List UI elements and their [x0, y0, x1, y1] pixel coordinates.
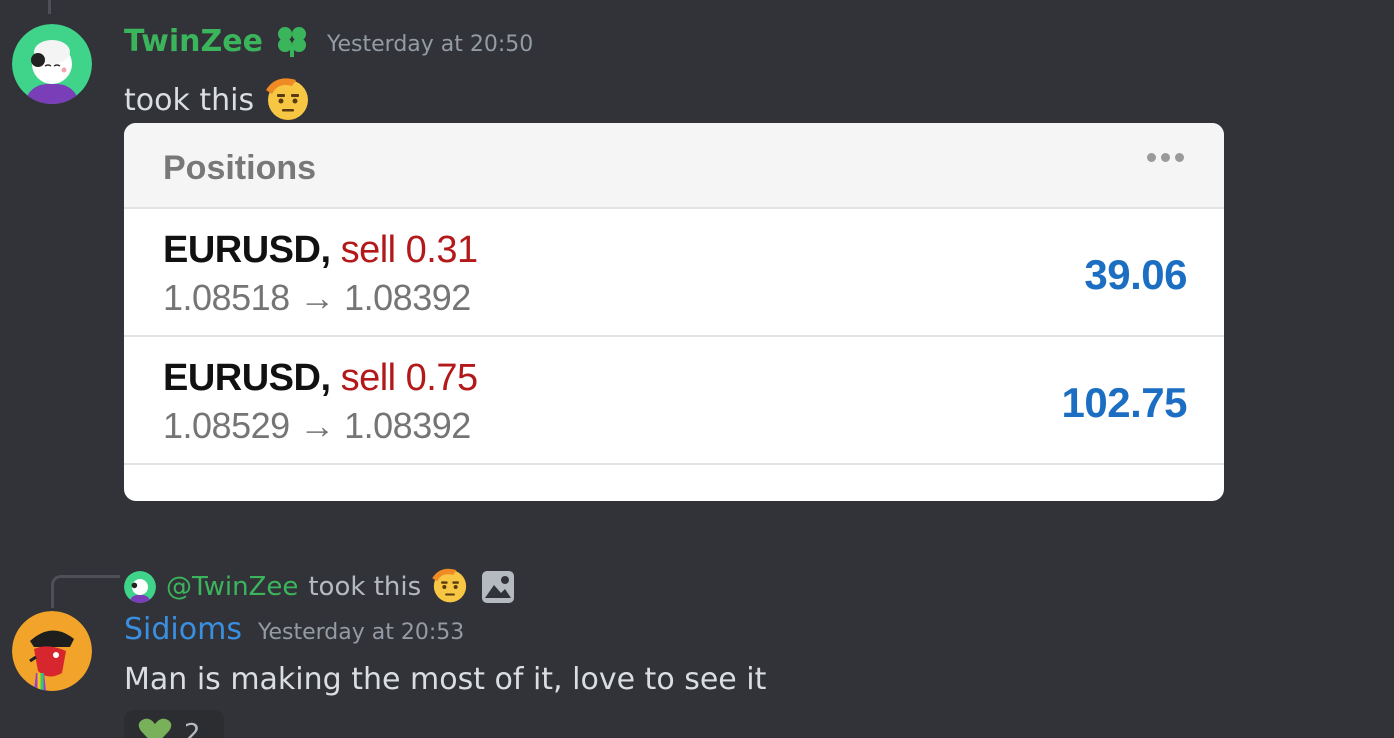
twinzee-avatar-image	[12, 24, 92, 104]
position-symbol: EURUSD,	[163, 357, 331, 399]
position-title: EURUSD, sell 0.75	[163, 357, 478, 400]
reply-text: took this	[308, 571, 422, 602]
image-icon	[481, 570, 515, 604]
position-title: EURUSD, sell 0.31	[163, 229, 478, 272]
saluting-face-emoji[interactable]	[262, 70, 314, 130]
avatar[interactable]	[12, 24, 92, 104]
position-profit: 102.75	[1061, 379, 1188, 426]
position-side: sell 0.75	[340, 357, 479, 399]
message-header: Sidioms Yesterday at 20:53	[124, 612, 464, 647]
positions-header: Positions	[124, 123, 1224, 209]
author-name[interactable]: Sidioms	[124, 612, 242, 647]
message-header: TwinZee Yesterday at 20:50	[124, 24, 533, 62]
message-content: Man is making the most of it, love to se…	[124, 662, 766, 697]
message-text: took this	[124, 82, 255, 118]
position-side: sell 0.31	[340, 229, 479, 271]
positions-title: Positions	[163, 149, 317, 187]
position-row: EURUSD, sell 0.75 1.08529 → 1.08392 102.…	[124, 337, 1224, 465]
position-prices: 1.08518 → 1.08392	[163, 277, 471, 318]
message-text: Man is making the most of it, love to se…	[124, 662, 767, 697]
positions-screenshot-attachment[interactable]: Positions EURUSD, sell 0.31 1.08518 → 1.…	[124, 123, 1224, 501]
reply-preview[interactable]: @TwinZee took this	[124, 562, 515, 611]
avatar[interactable]	[12, 611, 92, 691]
position-row: EURUSD, sell 0.31 1.08518 → 1.08392 39.0…	[124, 209, 1224, 337]
more-horizontal-icon	[1147, 153, 1184, 162]
reply-spine	[51, 575, 120, 608]
author-name[interactable]: TwinZee	[124, 24, 263, 59]
reply-author-mention[interactable]: @TwinZee	[166, 572, 298, 602]
reply-avatar	[124, 570, 156, 603]
chat-message-list: TwinZee Yesterday at 20:50 took this Pos…	[0, 0, 1394, 738]
green-heart-emoji	[138, 717, 172, 738]
clover-badge-icon[interactable]	[273, 24, 311, 62]
reaction-button[interactable]: 2	[124, 710, 224, 738]
position-profit: 39.06	[1084, 251, 1187, 298]
position-prices: 1.08529 → 1.08392	[163, 405, 471, 446]
reaction-count: 2	[184, 719, 201, 738]
sidioms-avatar-image	[12, 611, 92, 691]
saluting-face-emoji	[429, 562, 471, 611]
message-timestamp[interactable]: Yesterday at 20:53	[258, 620, 464, 645]
message-content: took this	[124, 70, 314, 130]
thread-line	[48, 0, 51, 14]
message-timestamp[interactable]: Yesterday at 20:50	[327, 32, 533, 57]
position-symbol: EURUSD,	[163, 229, 331, 271]
